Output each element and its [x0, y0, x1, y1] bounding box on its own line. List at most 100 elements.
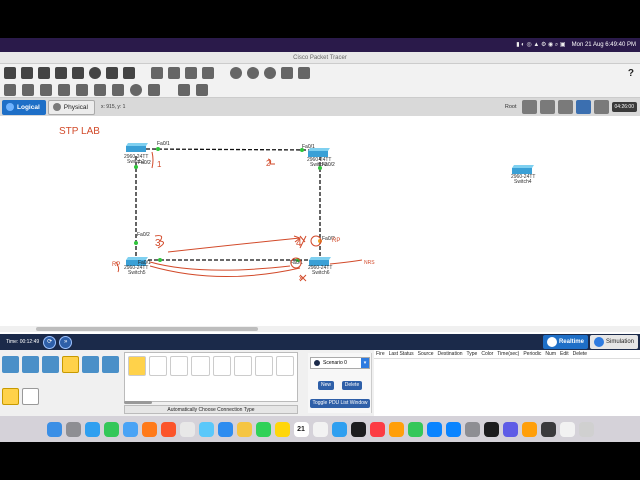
phone-cable-icon[interactable] — [233, 356, 252, 376]
appletv-icon[interactable] — [350, 421, 366, 437]
help-icon[interactable]: ? — [628, 68, 634, 79]
connection-scrollbar[interactable] — [124, 401, 152, 404]
complex-pdu-icon[interactable] — [196, 83, 208, 96]
straight-through-cable-icon[interactable] — [170, 356, 189, 376]
palette-icon[interactable] — [281, 67, 293, 79]
coaxial-cable-icon[interactable] — [254, 356, 273, 376]
horizontal-scrollbar[interactable] — [0, 326, 640, 332]
trash-icon[interactable] — [578, 421, 594, 437]
scenario-select[interactable]: Scenario 0 ▾ — [310, 357, 370, 369]
miscellaneous-icon[interactable] — [82, 356, 99, 373]
device-switch4[interactable]: 2960-24TT Switch4 — [511, 165, 535, 185]
numbers-icon[interactable] — [407, 421, 423, 437]
delete-scenario-button[interactable]: Delete — [342, 381, 362, 390]
launchpad-icon[interactable] — [65, 421, 81, 437]
toggle-pdu-list-button[interactable]: Toggle PDU List Window — [310, 399, 370, 408]
select-icon[interactable] — [4, 83, 16, 96]
multiuser-icon[interactable] — [102, 356, 119, 373]
packet-tracer-icon[interactable] — [483, 421, 499, 437]
pdu-col-destination[interactable]: Destination — [437, 351, 462, 357]
realtime-mode-button[interactable]: Realtime — [542, 335, 588, 349]
vlc-icon[interactable] — [521, 421, 537, 437]
pdu-col-periodic[interactable]: Periodic — [523, 351, 541, 357]
pdu-col-edit[interactable]: Edit — [560, 351, 569, 357]
draw-line-icon[interactable] — [94, 83, 106, 96]
pdu-col-delete[interactable]: Delete — [573, 351, 587, 357]
custom-device-dialog-icon[interactable] — [298, 67, 310, 79]
serial-cable-icon[interactable] — [275, 356, 294, 376]
redo-icon[interactable] — [202, 67, 214, 79]
network-icon[interactable] — [106, 67, 118, 79]
calendar-icon[interactable]: 21 — [293, 421, 309, 437]
preview-icon[interactable] — [502, 421, 518, 437]
inspect-icon[interactable] — [22, 83, 34, 96]
photos-app-icon[interactable] — [236, 421, 252, 437]
place-note-icon[interactable] — [76, 83, 88, 96]
settings-icon[interactable] — [464, 421, 480, 437]
structured-cabling-icon[interactable] — [22, 388, 39, 405]
network-devices-icon[interactable] — [2, 356, 19, 373]
simple-pdu-icon[interactable] — [178, 83, 190, 96]
back-icon[interactable] — [521, 100, 537, 114]
pdu-col-time[interactable]: Time(sec) — [497, 351, 519, 357]
reminders-icon[interactable] — [312, 421, 328, 437]
menubar-app-icons[interactable]: ▮ ◐ ◎ ▲ ⚙ ◉ ⌕ ▣ — [516, 41, 565, 49]
music-icon[interactable] — [369, 421, 385, 437]
safari-icon[interactable] — [84, 421, 100, 437]
components-icon[interactable] — [42, 356, 59, 373]
pdu-col-fire[interactable]: Fire — [376, 351, 385, 357]
brave-icon[interactable] — [160, 421, 176, 437]
console-cable-icon[interactable] — [149, 356, 168, 376]
connections-icon[interactable] — [62, 356, 79, 373]
chrome-icon[interactable] — [179, 421, 195, 437]
save-icon[interactable] — [38, 67, 50, 79]
stp-lab-note[interactable]: STP LAB — [59, 126, 100, 137]
draw-freeform-icon[interactable] — [148, 83, 160, 96]
firefox-icon[interactable] — [141, 421, 157, 437]
keynote-icon[interactable] — [426, 421, 442, 437]
pdu-col-num[interactable]: Num — [545, 351, 556, 357]
fast-forward-icon[interactable]: » — [59, 335, 73, 349]
messages-icon[interactable] — [103, 421, 119, 437]
downloads-icon[interactable] — [559, 421, 575, 437]
draw-ellipse-icon[interactable] — [130, 83, 142, 96]
power-cycle-icon[interactable]: ⟳ — [43, 335, 57, 349]
save-as-icon[interactable] — [55, 67, 67, 79]
environment-icon[interactable] — [575, 100, 591, 114]
open-icon[interactable] — [21, 67, 33, 79]
zoom-in-icon[interactable] — [230, 67, 242, 79]
simulation-mode-button[interactable]: Simulation — [589, 335, 638, 349]
set-tiled-background-icon[interactable] — [593, 100, 609, 114]
draw-rectangle-icon[interactable] — [112, 83, 124, 96]
finder-icon[interactable] — [46, 421, 62, 437]
pdu-col-type[interactable]: Type — [467, 351, 478, 357]
zoom-icon[interactable] — [217, 421, 233, 437]
books-icon[interactable] — [388, 421, 404, 437]
maps-icon[interactable] — [331, 421, 347, 437]
root-label[interactable]: Root — [505, 104, 517, 110]
mail-icon[interactable] — [122, 421, 138, 437]
end-devices-icon[interactable] — [22, 356, 39, 373]
menubar-datetime[interactable]: Mon 21 Aug 6:49:40 PM — [572, 42, 636, 48]
delete-icon[interactable] — [40, 83, 52, 96]
device-switch6[interactable]: 2960-24TT Switch6 — [308, 257, 332, 276]
pdu-col-last-status[interactable]: Last Status — [389, 351, 414, 357]
zoom-reset-icon[interactable] — [247, 67, 259, 79]
crossover-cable-icon[interactable] — [191, 356, 210, 376]
new-icon[interactable] — [4, 67, 16, 79]
pdu-col-source[interactable]: Source — [418, 351, 434, 357]
facetime-icon[interactable] — [255, 421, 271, 437]
copy-icon[interactable] — [151, 67, 163, 79]
auto-connection-icon[interactable] — [128, 356, 147, 376]
pdu-col-color[interactable]: Color — [481, 351, 493, 357]
topology-canvas[interactable]: 2960-24TT Switch1 Fa0/1 Fa0/2 2960-24TT … — [0, 116, 640, 334]
tab-physical[interactable]: Physical — [47, 99, 95, 115]
undo-icon[interactable] — [185, 67, 197, 79]
link-switch1-switch2[interactable] — [145, 148, 313, 151]
appstore-icon[interactable] — [445, 421, 461, 437]
paste-icon[interactable] — [168, 67, 180, 79]
fiber-cable-icon[interactable] — [212, 356, 231, 376]
cluster-icon[interactable] — [539, 100, 555, 114]
new-scenario-button[interactable]: New — [318, 381, 334, 390]
logical-workspace[interactable]: 2960-24TT Switch1 Fa0/1 Fa0/2 2960-24TT … — [0, 116, 640, 334]
